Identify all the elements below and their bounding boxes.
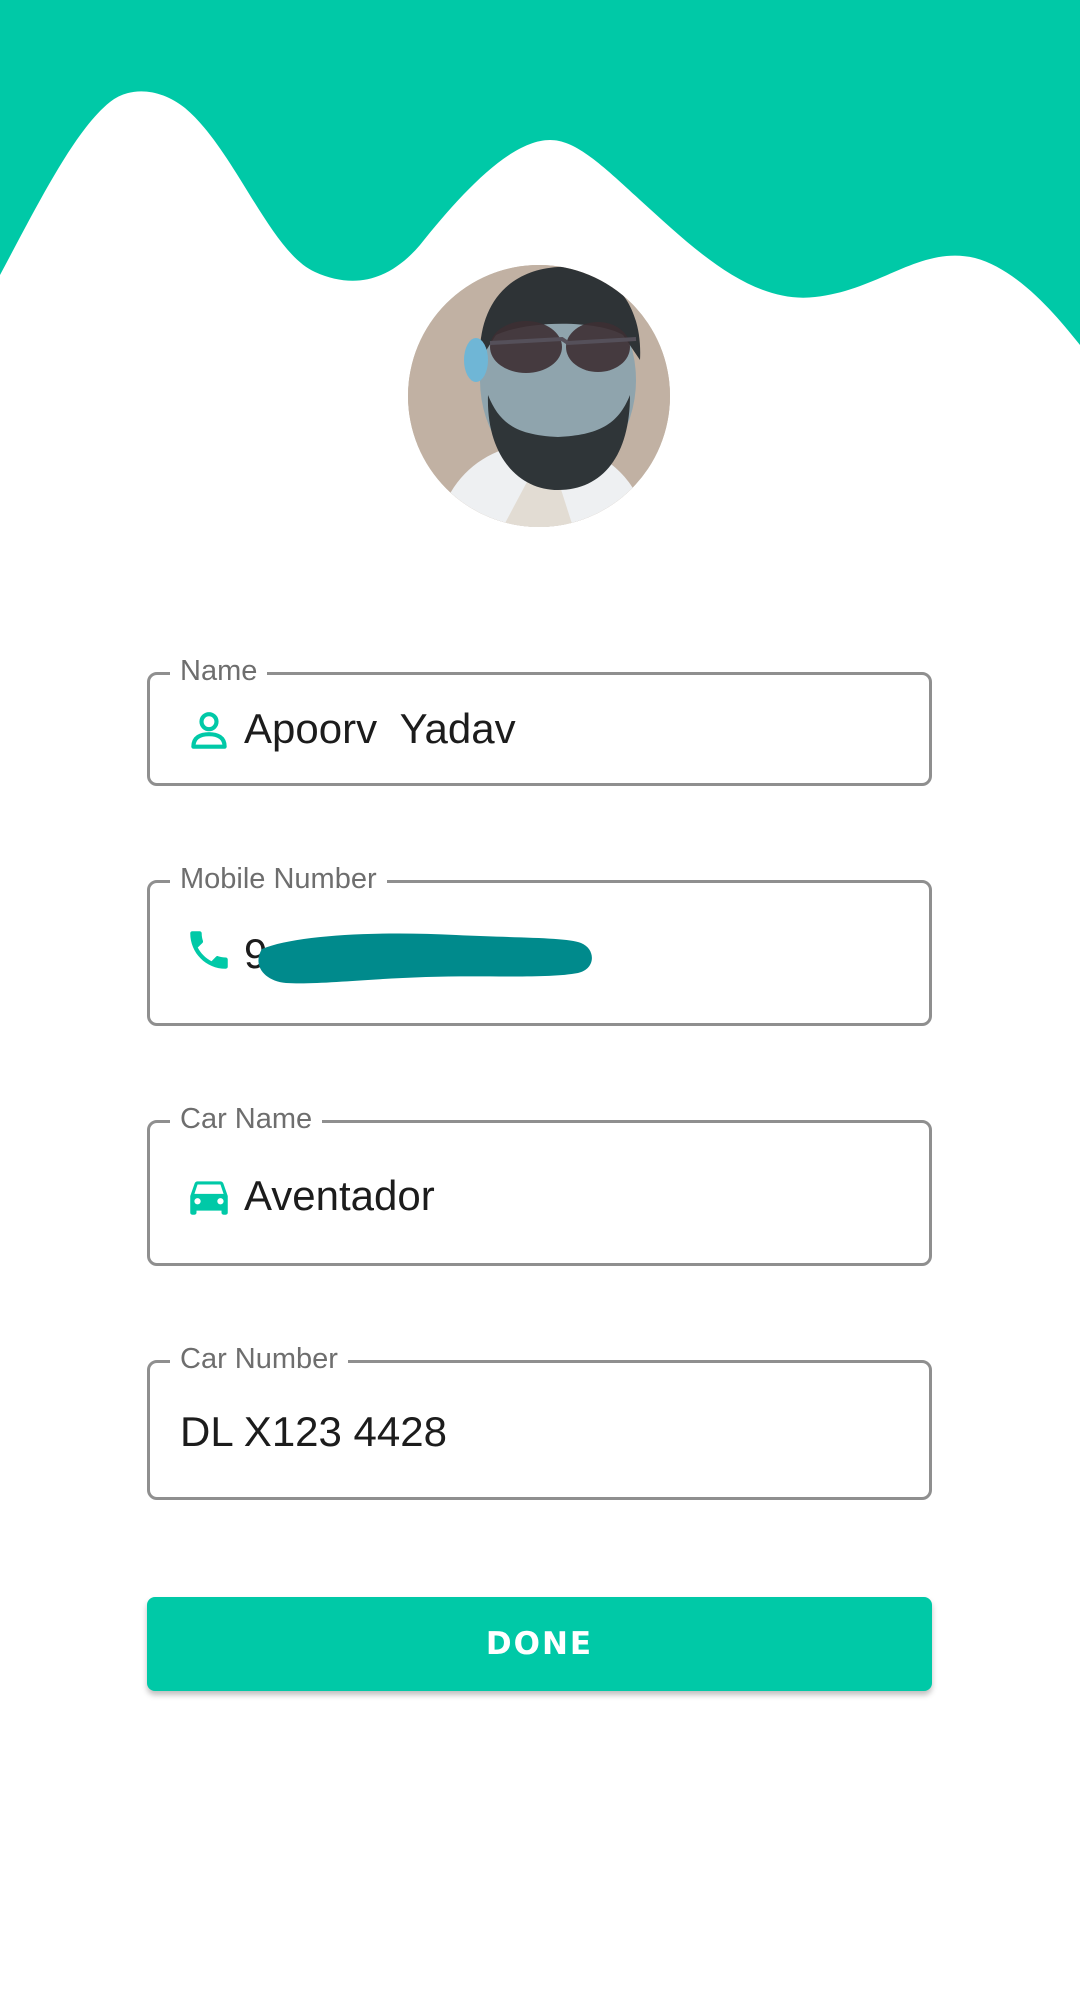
car-icon — [184, 1171, 234, 1221]
redaction-scribble — [258, 933, 592, 984]
mobile-number-field-label: Mobile Number — [170, 859, 387, 899]
profile-screen: Name Apoorv Yadav Mobile Number 9 Car Na… — [0, 0, 1080, 2011]
car-number-field-label: Car Number — [170, 1339, 348, 1379]
done-button[interactable]: DONE — [147, 1597, 932, 1691]
phone-icon — [184, 925, 234, 975]
car-name-field[interactable]: Car Name Aventador — [147, 1099, 932, 1266]
car-name-field-label: Car Name — [170, 1099, 323, 1139]
mobile-number-field[interactable]: Mobile Number 9 — [147, 859, 932, 1026]
car-number-field[interactable]: Car Number DL X123 4428 — [147, 1339, 932, 1500]
car-number-value[interactable]: DL X123 4428 — [180, 1407, 447, 1457]
profile-avatar[interactable] — [408, 265, 670, 527]
profile-photo — [408, 265, 670, 527]
car-name-value[interactable]: Aventador — [244, 1171, 435, 1221]
name-field[interactable]: Name Apoorv Yadav — [147, 651, 932, 786]
person-icon — [184, 705, 234, 755]
name-field-label: Name — [170, 651, 268, 691]
name-value[interactable]: Apoorv Yadav — [244, 704, 516, 754]
